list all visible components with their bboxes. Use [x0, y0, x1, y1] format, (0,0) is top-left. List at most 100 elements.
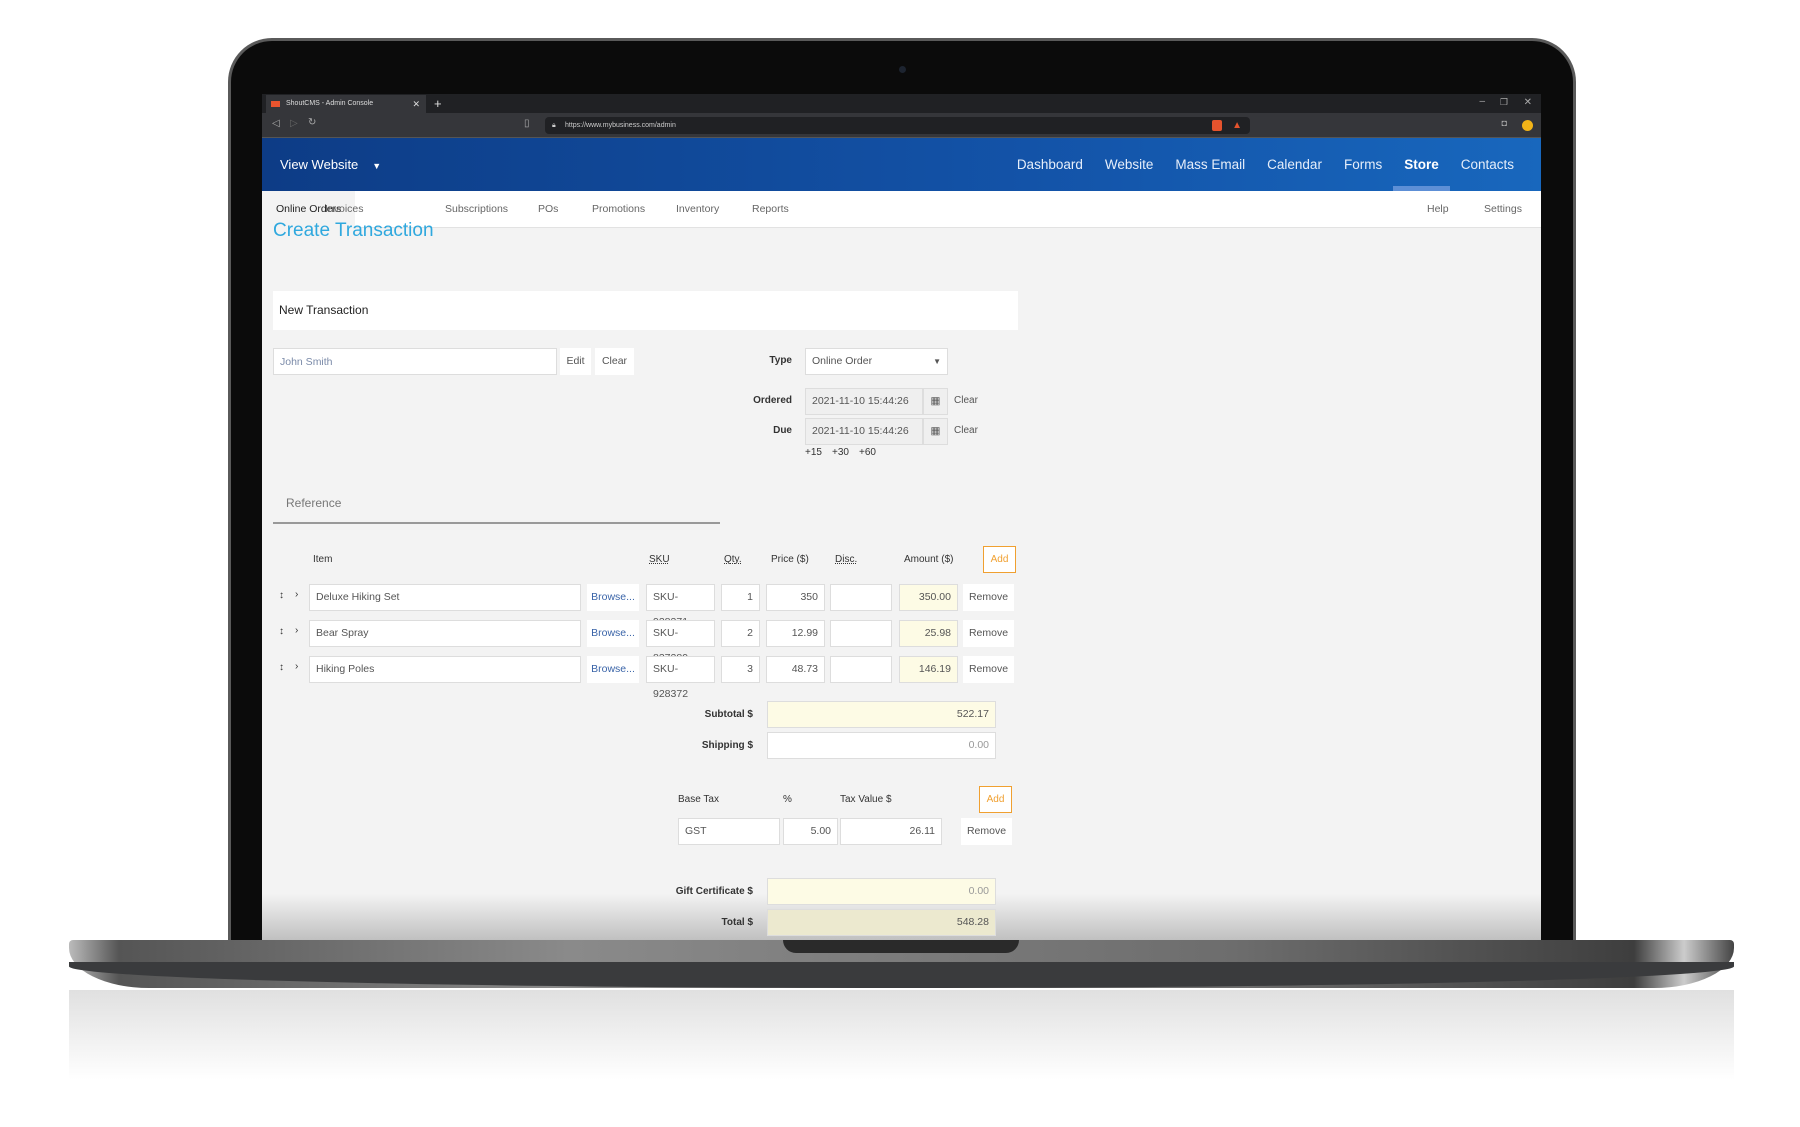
item-row: ↕ › Deluxe Hiking Set Browse... SKU-9283… — [262, 584, 1022, 628]
item-row: ↕ › Hiking Poles Browse... SKU-928372 3 … — [262, 656, 1022, 700]
price-input[interactable]: 48.73 — [766, 656, 825, 683]
minimize-icon[interactable]: – — [1479, 96, 1485, 107]
nav-website[interactable]: Website — [1094, 138, 1165, 191]
panel-title: New Transaction — [279, 303, 369, 317]
amount-field: 146.19 — [899, 656, 958, 683]
nav-dashboard[interactable]: Dashboard — [1006, 138, 1094, 191]
subnav-reports[interactable]: Reports — [752, 191, 789, 228]
tax-pct-input[interactable]: 5.00 — [783, 818, 838, 845]
profile-icon[interactable] — [1522, 120, 1533, 131]
item-name-input[interactable]: Deluxe Hiking Set — [309, 584, 581, 611]
subnav-settings[interactable]: Settings — [1484, 191, 1522, 228]
type-select[interactable]: Online Order ▼ — [805, 348, 948, 375]
chevron-down-icon: ▼ — [933, 357, 941, 366]
clear-ordered-button[interactable]: Clear — [954, 395, 978, 406]
sku-input[interactable]: SKU-928372 — [646, 656, 715, 700]
subnav-promotions[interactable]: Promotions — [592, 191, 645, 228]
add-item-button[interactable]: Add — [983, 546, 1016, 573]
col-qty: Qty. — [724, 554, 742, 565]
subnav-subscriptions[interactable]: Subscriptions — [445, 191, 508, 228]
amount-field: 25.98 — [899, 620, 958, 647]
discount-input[interactable] — [830, 584, 892, 611]
drag-handle-icon[interactable]: ↕ — [279, 626, 284, 637]
due-date-input[interactable]: 2021-11-10 15:44:26 — [805, 418, 923, 445]
col-tax-value: Tax Value $ — [840, 794, 892, 805]
remove-item-button[interactable]: Remove — [963, 656, 1014, 683]
col-disc: Disc. — [835, 554, 858, 565]
remove-item-button[interactable]: Remove — [963, 584, 1014, 611]
nav-calendar[interactable]: Calendar — [1256, 138, 1333, 191]
drag-handle-icon[interactable]: ↕ — [279, 662, 284, 673]
bookmark-icon[interactable]: ▯ — [524, 118, 530, 129]
restore-icon[interactable]: ❐ — [1500, 97, 1508, 108]
subtotal-field: 522.17 — [767, 701, 996, 728]
add-tax-button[interactable]: Add — [979, 786, 1012, 813]
lock-icon: 🔒︎ — [552, 122, 556, 129]
brave-shield-icon[interactable] — [1212, 120, 1222, 131]
reference-input[interactable]: Reference — [273, 486, 720, 524]
qty-input[interactable]: 2 — [721, 620, 760, 647]
browse-button[interactable]: Browse... — [587, 584, 639, 611]
subnav-inventory[interactable]: Inventory — [676, 191, 719, 228]
laptop-notch — [783, 940, 1019, 953]
nav-forms[interactable]: Forms — [1333, 138, 1393, 191]
sku-input[interactable]: SKU-928371 — [646, 584, 715, 628]
due-plus-30[interactable]: +30 — [832, 447, 849, 458]
col-tax-pct: % — [783, 794, 792, 805]
close-window-icon[interactable]: ✕ — [1524, 97, 1532, 108]
edit-customer-button[interactable]: Edit — [560, 348, 591, 375]
view-website-dropdown[interactable]: View Website ▼ — [280, 138, 381, 193]
remove-item-button[interactable]: Remove — [963, 620, 1014, 647]
browse-button[interactable]: Browse... — [587, 620, 639, 647]
discount-input[interactable] — [830, 620, 892, 647]
total-field: 548.28 — [767, 909, 996, 936]
expand-chevron-icon[interactable]: › — [295, 661, 298, 672]
remove-tax-button[interactable]: Remove — [961, 818, 1012, 845]
due-plus-60[interactable]: +60 — [859, 447, 876, 458]
reference-placeholder: Reference — [286, 496, 342, 510]
new-tab-icon[interactable]: + — [434, 96, 442, 111]
calendar-icon[interactable]: ▦ — [923, 418, 948, 445]
nav-contacts[interactable]: Contacts — [1450, 138, 1525, 191]
sku-input[interactable]: SKU-837289 — [646, 620, 715, 664]
browser-tab-bar: ShoutCMS - Admin Console ✕ + – ❐ ✕ — [262, 94, 1541, 113]
due-plus-15[interactable]: +15 — [805, 447, 822, 458]
expand-chevron-icon[interactable]: › — [295, 625, 298, 636]
browser-tab[interactable]: ShoutCMS - Admin Console ✕ — [266, 95, 426, 113]
item-name-input[interactable]: Hiking Poles — [309, 656, 581, 683]
discount-input[interactable] — [830, 656, 892, 683]
page-title: Create Transaction — [273, 220, 434, 241]
forward-icon[interactable]: ▷ — [290, 118, 298, 129]
nav-store[interactable]: Store — [1393, 138, 1450, 191]
total-label: Total $ — [721, 917, 753, 928]
view-website-label: View Website — [280, 157, 359, 172]
nav-mass-email[interactable]: Mass Email — [1164, 138, 1256, 191]
price-input[interactable]: 12.99 — [766, 620, 825, 647]
clear-due-button[interactable]: Clear — [954, 425, 978, 436]
subnav-pos[interactable]: POs — [538, 191, 558, 228]
ordered-date-input[interactable]: 2021-11-10 15:44:26 — [805, 388, 923, 415]
url-input[interactable]: 🔒︎ https://www.mybusiness.com/admin ▲ — [545, 117, 1250, 134]
qty-input[interactable]: 1 — [721, 584, 760, 611]
reload-icon[interactable]: ↻ — [308, 117, 316, 128]
qty-input[interactable]: 3 — [721, 656, 760, 683]
tax-value-input[interactable]: 26.11 — [840, 818, 942, 845]
close-tab-icon[interactable]: ✕ — [412, 95, 420, 113]
ordered-label: Ordered — [753, 395, 792, 406]
customer-input[interactable] — [273, 348, 557, 375]
price-input[interactable]: 350 — [766, 584, 825, 611]
caret-down-icon: ▼ — [372, 161, 382, 171]
shipping-input[interactable]: 0.00 — [767, 732, 996, 759]
browse-button[interactable]: Browse... — [587, 656, 639, 683]
camera-icon[interactable]: ◘ — [1502, 118, 1507, 128]
back-icon[interactable]: ◁ — [272, 118, 280, 129]
drag-handle-icon[interactable]: ↕ — [279, 590, 284, 601]
calendar-icon[interactable]: ▦ — [923, 388, 948, 415]
expand-chevron-icon[interactable]: › — [295, 589, 298, 600]
item-name-input[interactable]: Bear Spray — [309, 620, 581, 647]
rewards-icon[interactable]: ▲ — [1232, 117, 1242, 134]
tax-name-input[interactable]: GST — [678, 818, 780, 845]
subnav-help[interactable]: Help — [1427, 191, 1449, 228]
clear-customer-button[interactable]: Clear — [595, 348, 634, 375]
subtotal-label: Subtotal $ — [704, 709, 753, 720]
